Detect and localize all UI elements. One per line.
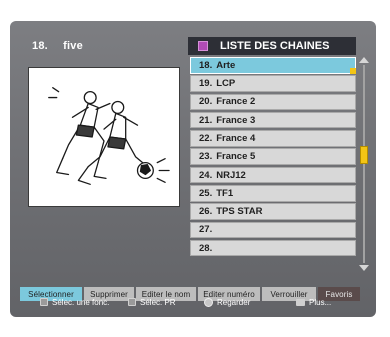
channel-item[interactable]: 23. France 5 bbox=[190, 148, 356, 165]
channel-list-title: LISTE DES CHAINES bbox=[220, 40, 330, 52]
scroll-up-arrow-icon[interactable] bbox=[359, 57, 369, 63]
channel-number: 22. bbox=[199, 132, 213, 144]
channel-number: 20. bbox=[199, 96, 213, 108]
channel-item[interactable]: 21. France 3 bbox=[190, 111, 356, 129]
info-button-icon bbox=[296, 298, 305, 306]
square-button-icon bbox=[40, 298, 48, 306]
channel-number: 24. bbox=[199, 169, 213, 181]
scroll-thumb[interactable] bbox=[360, 146, 368, 164]
hint-label: Sélec. PR bbox=[140, 297, 176, 307]
preview-channel-name: five bbox=[63, 40, 83, 52]
channel-name: LCP bbox=[216, 78, 236, 90]
channel-number: 23. bbox=[199, 151, 213, 163]
hint-select-pr: Sélec. PR bbox=[128, 298, 176, 307]
channel-name: TPS STAR bbox=[216, 206, 263, 218]
channel-number: 21. bbox=[199, 114, 213, 126]
channel-name: France 5 bbox=[216, 151, 256, 163]
hint-watch: Regarder bbox=[204, 297, 251, 307]
channel-number: 26. bbox=[199, 206, 213, 218]
preview-title: 18. five bbox=[32, 40, 83, 52]
channel-item[interactable]: 20. France 2 bbox=[190, 93, 356, 111]
channel-number: 27. bbox=[199, 224, 213, 236]
hint-label: Plus... bbox=[309, 297, 332, 307]
channel-item[interactable]: 22. France 4 bbox=[190, 130, 356, 147]
channel-item[interactable]: 25. TF1 bbox=[190, 185, 356, 202]
channel-item[interactable]: 27. bbox=[190, 221, 356, 239]
hint-label: Regarder bbox=[217, 297, 251, 307]
hint-label: Sélec. une fonc. bbox=[52, 297, 110, 307]
scroll-down-arrow-icon[interactable] bbox=[359, 265, 369, 271]
square-button-icon bbox=[128, 298, 136, 306]
selection-marker-icon bbox=[350, 67, 356, 74]
tv-screen: 18. five LISTE DES CHAINES 18. Arte 19. … bbox=[10, 21, 376, 317]
channel-number: 28. bbox=[199, 242, 213, 254]
channel-item[interactable]: 26. TPS STAR bbox=[190, 203, 356, 220]
channel-item[interactable]: 24. NRJ12 bbox=[190, 166, 356, 184]
channel-list-scrollbar[interactable] bbox=[359, 57, 369, 271]
scroll-track bbox=[363, 65, 365, 263]
channel-list: 18. Arte 19. LCP 20. France 2 21. France… bbox=[190, 57, 356, 258]
hint-more: Plus... bbox=[296, 298, 331, 307]
channel-item[interactable]: 28. bbox=[190, 239, 356, 257]
channel-preview-image bbox=[28, 67, 180, 207]
channel-name: France 4 bbox=[216, 132, 256, 144]
channel-name: France 3 bbox=[216, 114, 256, 126]
channel-name: Arte bbox=[216, 59, 236, 71]
channel-name: NRJ12 bbox=[216, 169, 246, 181]
channel-name: France 2 bbox=[216, 96, 256, 108]
channel-item[interactable]: 19. LCP bbox=[190, 75, 356, 92]
channel-number: 25. bbox=[199, 187, 213, 199]
remote-hints-bar: Sélec. une fonc. Sélec. PR Regarder Plus… bbox=[0, 294, 390, 310]
channel-number: 19. bbox=[199, 78, 213, 90]
tv-icon bbox=[198, 41, 208, 51]
channel-list-header: LISTE DES CHAINES bbox=[188, 37, 356, 55]
hint-select-function: Sélec. une fonc. bbox=[40, 298, 109, 307]
channel-item[interactable]: 18. Arte bbox=[190, 57, 356, 74]
channel-number: 18. bbox=[199, 59, 213, 71]
channel-name: TF1 bbox=[216, 187, 234, 199]
soccer-players-illustration bbox=[48, 87, 170, 185]
preview-channel-number: 18. bbox=[32, 40, 48, 52]
ok-button-icon bbox=[204, 297, 213, 307]
